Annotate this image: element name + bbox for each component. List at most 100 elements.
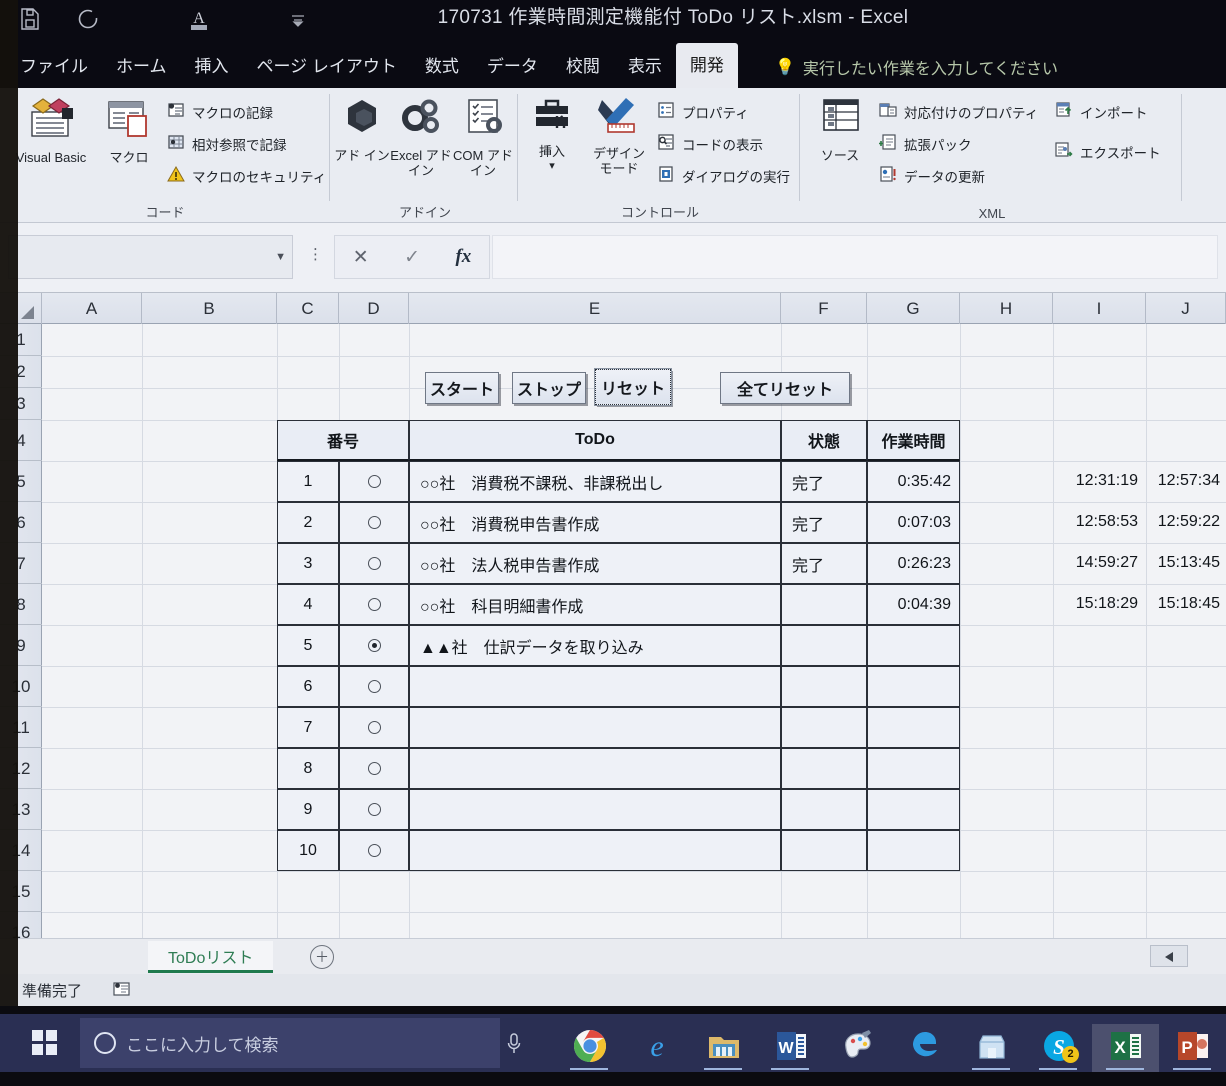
- ribbon-tab-4[interactable]: 数式: [411, 44, 473, 88]
- relative-reference-item[interactable]: 相対参照で記録: [166, 132, 287, 155]
- column-header-F[interactable]: F: [781, 293, 867, 324]
- ribbon-tab-3[interactable]: ページ レイアウト: [243, 44, 411, 88]
- column-header-B[interactable]: B: [142, 293, 277, 324]
- taskbar-app-skype[interactable]: S2: [1025, 1024, 1092, 1072]
- radio-button[interactable]: [367, 803, 381, 816]
- radio-button[interactable]: [367, 475, 381, 488]
- radio-button[interactable]: [367, 639, 381, 652]
- taskbar-app-powerpoint[interactable]: P: [1159, 1024, 1226, 1072]
- ribbon-tab-5[interactable]: データ: [473, 44, 552, 88]
- visual-basic-icon: [8, 94, 94, 148]
- gridline-horizontal: [42, 912, 1226, 913]
- export-item[interactable]: エクスポート: [1054, 140, 1161, 163]
- column-header-H[interactable]: H: [960, 293, 1053, 324]
- sheet-tab-todolist[interactable]: ToDoリスト: [148, 941, 274, 973]
- formula-input[interactable]: [492, 235, 1218, 279]
- ribbon-tab-2[interactable]: 挿入: [181, 44, 243, 88]
- reset-button[interactable]: リセット: [594, 368, 672, 406]
- table-row-todo: [409, 666, 781, 707]
- ribbon-tab-0[interactable]: ファイル: [6, 44, 102, 88]
- reset-all-button[interactable]: 全てリセット: [720, 372, 850, 404]
- taskbar-app-chrome[interactable]: [556, 1024, 623, 1072]
- column-header-D[interactable]: D: [339, 293, 409, 324]
- stop-button[interactable]: ストップ: [512, 372, 586, 404]
- addins-button[interactable]: アド イン: [334, 94, 390, 164]
- column-header-G[interactable]: G: [867, 293, 960, 324]
- file-explorer-icon: [706, 1028, 742, 1069]
- taskbar-app-store[interactable]: [958, 1024, 1025, 1072]
- radio-button[interactable]: [367, 844, 381, 857]
- column-header-C[interactable]: C: [277, 293, 339, 324]
- ribbon-tab-1[interactable]: ホーム: [102, 44, 181, 88]
- radio-button[interactable]: [367, 721, 381, 734]
- insert-control-dropdown-icon[interactable]: ▾: [524, 160, 580, 173]
- properties-item[interactable]: プロパティ: [656, 100, 749, 123]
- table-row-number: 1: [277, 461, 339, 502]
- record-macro-status-icon[interactable]: [112, 980, 132, 1003]
- horizontal-scrollbar-left-button[interactable]: [1150, 945, 1188, 967]
- ribbon-tab-bar: ファイル ホーム 挿入 ページ レイアウト 数式 データ 校閲 表示 開発 💡 実行したい作業を…: [0, 43, 1226, 88]
- xml-source-button[interactable]: ソース: [806, 94, 874, 164]
- taskbar-app-internet-explorer[interactable]: e: [623, 1024, 690, 1072]
- tell-me-box[interactable]: 💡 実行したい作業を入力してください: [775, 55, 1058, 79]
- record-macro-label: マクロの記録: [192, 105, 273, 121]
- table-row-todo-text: ○○社 法人税申告書作成: [420, 557, 600, 575]
- table-row-radio-cell: [339, 625, 409, 666]
- table-row-radio-cell: [339, 502, 409, 543]
- excel-addins-button[interactable]: Excel アドイン: [390, 94, 452, 179]
- search-placeholder: ここに入力して検索: [126, 1035, 279, 1055]
- start-button[interactable]: スタート: [425, 372, 499, 404]
- radio-button[interactable]: [367, 680, 381, 693]
- record-macro-item[interactable]: マクロの記録: [166, 100, 273, 123]
- ribbon-tab-7[interactable]: 表示: [614, 44, 676, 88]
- taskbar-app-word[interactable]: W: [757, 1024, 824, 1072]
- radio-button[interactable]: [367, 516, 381, 529]
- formula-bar-area: ▼ ⋮ ✕ ✓ fx: [0, 223, 1226, 293]
- ribbon-tab-8[interactable]: 開発: [675, 43, 738, 88]
- radio-button[interactable]: [367, 557, 381, 570]
- refresh-data-item[interactable]: データの更新: [878, 164, 985, 187]
- group-separator: [799, 94, 800, 201]
- run-dialog-item[interactable]: ダイアログの実行: [656, 164, 790, 187]
- map-properties-icon: [878, 100, 898, 123]
- column-header-A[interactable]: A: [42, 293, 142, 324]
- microphone-icon[interactable]: [505, 1032, 523, 1062]
- column-header-I[interactable]: I: [1053, 293, 1146, 324]
- visual-basic-button[interactable]: Visual Basic: [8, 94, 94, 166]
- taskbar-app-excel[interactable]: X: [1092, 1024, 1159, 1072]
- table-row-worktime: [867, 748, 960, 789]
- taskbar-app-edge[interactable]: [891, 1024, 958, 1072]
- macro-security-item[interactable]: マクロのセキュリティ: [166, 164, 326, 187]
- formula-bar-grip[interactable]: ⋮: [308, 245, 323, 263]
- column-header-J[interactable]: J: [1146, 293, 1226, 324]
- ribbon-group-code-label: コード: [145, 205, 185, 220]
- com-addins-button[interactable]: COM アドイン: [452, 94, 514, 179]
- insert-control-button[interactable]: 挿入 ▾: [524, 94, 580, 173]
- chevron-down-icon[interactable]: ▼: [275, 251, 286, 263]
- cancel-icon[interactable]: ✕: [353, 246, 369, 269]
- column-header-E[interactable]: E: [409, 293, 781, 324]
- insert-function-icon[interactable]: fx: [455, 246, 471, 268]
- refresh-data-label: データの更新: [904, 169, 985, 185]
- title-bar: A 170731 作業時間測定機能付 ToDo リスト.xlsm - Excel: [0, 0, 1226, 44]
- add-sheet-button[interactable]: ＋: [310, 945, 334, 969]
- macro-button[interactable]: マクロ: [98, 94, 160, 166]
- taskbar-app-file-explorer[interactable]: [690, 1024, 757, 1072]
- taskbar-app-paint[interactable]: [824, 1024, 891, 1072]
- import-item[interactable]: インポート: [1054, 100, 1148, 123]
- radio-button[interactable]: [367, 762, 381, 775]
- design-mode-button[interactable]: デザイン モード: [586, 94, 652, 177]
- gridline-vertical: [1053, 324, 1054, 940]
- expansion-packs-item[interactable]: 拡張パック: [878, 132, 972, 155]
- map-properties-item[interactable]: 対応付けのプロパティ: [878, 100, 1038, 123]
- taskbar-search-box[interactable]: ここに入力して検索: [80, 1018, 500, 1068]
- windows-start-icon[interactable]: [32, 1030, 58, 1056]
- name-box[interactable]: ▼: [8, 235, 293, 279]
- enter-icon[interactable]: ✓: [404, 246, 420, 269]
- edge-icon: [907, 1028, 943, 1069]
- radio-button[interactable]: [367, 598, 381, 611]
- view-code-item[interactable]: コードの表示: [656, 132, 763, 155]
- ribbon-tab-label: 表示: [627, 57, 662, 76]
- svg-text:W: W: [778, 1040, 794, 1057]
- ribbon-tab-6[interactable]: 校閲: [552, 44, 614, 88]
